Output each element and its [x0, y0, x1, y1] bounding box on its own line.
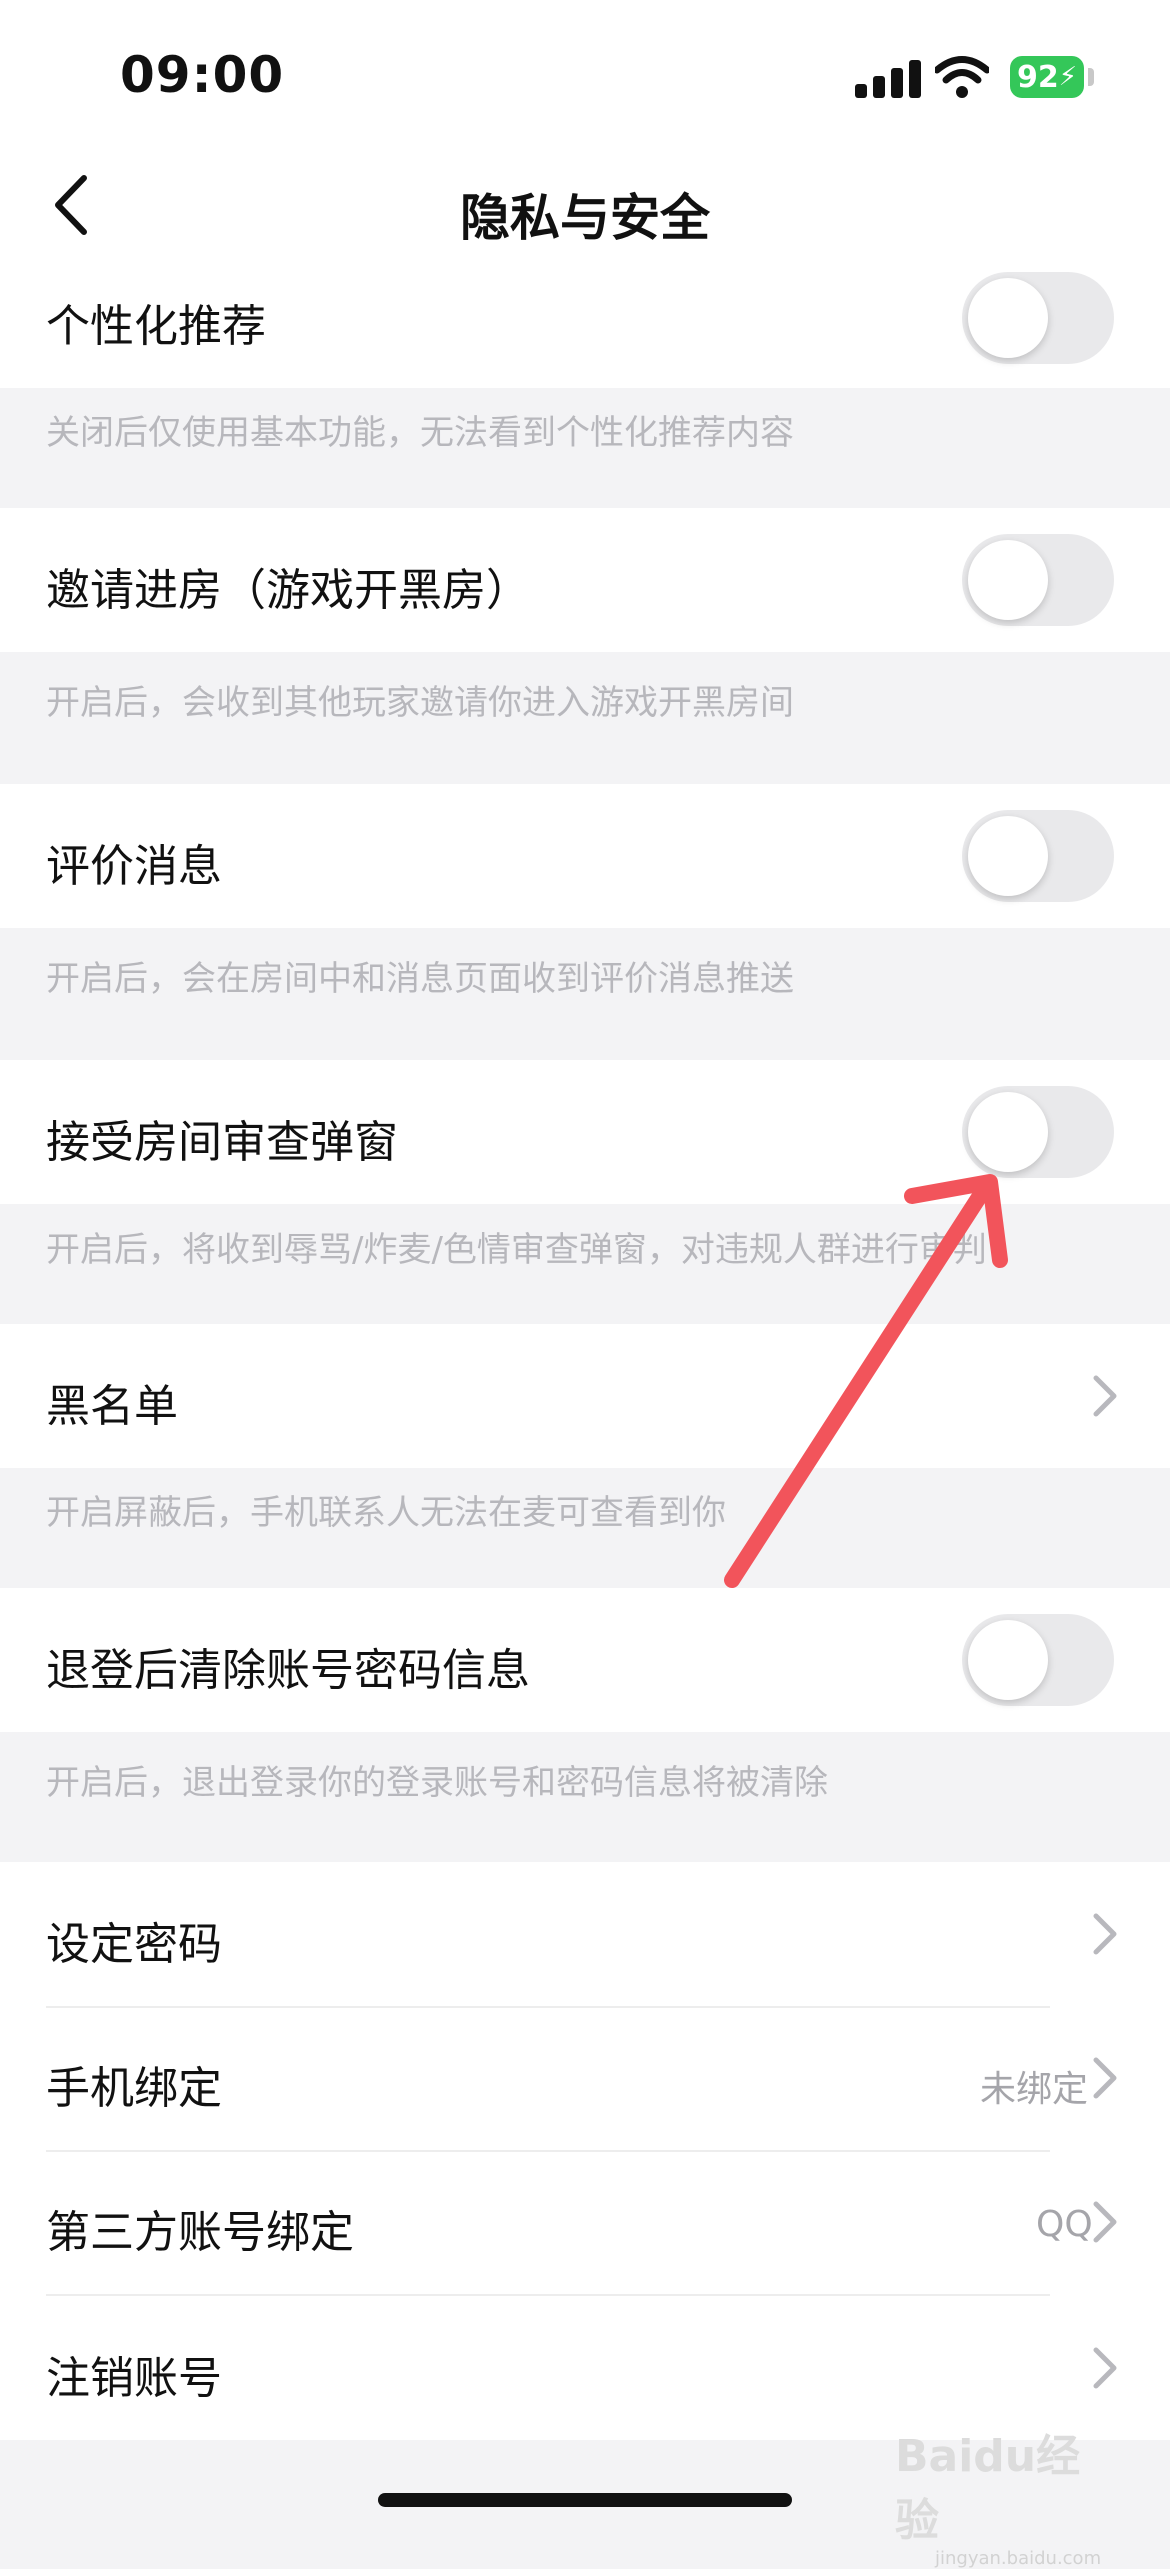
account-settings-group: 设定密码 手机绑定 未绑定 第三方账号绑定 QQ 注销账号 [0, 1862, 1170, 2440]
toggle-knob [968, 278, 1048, 358]
nav-bar: 隐私与安全 [0, 150, 1170, 260]
toggle-knob [968, 1092, 1048, 1172]
setting-description: 关闭后仅使用基本功能，无法看到个性化推荐内容 [46, 413, 794, 453]
setting-description: 开启屏蔽后，手机联系人无法在麦可查看到你 [46, 1493, 726, 1533]
setting-label: 设定密码 [46, 1919, 222, 1970]
setting-row-personalized-recommend: 个性化推荐 [0, 260, 1170, 388]
personalized-recommend-toggle[interactable] [962, 272, 1114, 364]
setting-description: 开启后，会收到其他玩家邀请你进入游戏开黑房间 [46, 683, 794, 723]
rating-message-toggle[interactable] [962, 810, 1114, 902]
setting-row-clear-account-info: 退登后清除账号密码信息 [0, 1588, 1170, 1732]
chevron-right-icon [1093, 1913, 1117, 1955]
setting-label: 退登后清除账号密码信息 [46, 1645, 530, 1696]
setting-label: 黑名单 [46, 1381, 178, 1432]
chevron-right-icon [1093, 1375, 1117, 1417]
chevron-right-icon [1093, 2057, 1117, 2099]
status-time: 09:00 [120, 46, 285, 104]
setting-label: 个性化推荐 [46, 301, 266, 352]
setting-label: 评价消息 [46, 841, 222, 892]
cancel-account-item[interactable]: 注销账号 [0, 2296, 1170, 2440]
setting-label: 第三方账号绑定 [46, 2207, 354, 2258]
chevron-right-icon [1093, 2201, 1117, 2243]
wifi-icon [935, 56, 989, 98]
battery-tip [1088, 68, 1094, 86]
status-bar: 09:00 92 ⚡ [0, 0, 1170, 150]
setting-description: 开启后，会在房间中和消息页面收到评价消息推送 [46, 959, 794, 999]
phone-binding-status: 未绑定 [980, 2069, 1089, 2110]
clear-account-info-toggle[interactable] [962, 1614, 1114, 1706]
setting-row-blacklist[interactable]: 黑名单 [0, 1324, 1170, 1468]
setting-description: 开启后，将收到辱骂/炸麦/色情审查弹窗，对违规人群进行审判 [46, 1230, 987, 1270]
setting-label: 邀请进房（游戏开黑房） [46, 565, 530, 616]
page-title: 隐私与安全 [460, 189, 710, 247]
battery-level: 92 [1016, 59, 1059, 95]
set-password-item[interactable]: 设定密码 [0, 1862, 1170, 2006]
setting-label: 注销账号 [46, 2353, 222, 2404]
toggle-knob [968, 816, 1048, 896]
toggle-knob [968, 1620, 1048, 1700]
chevron-right-icon [1093, 2347, 1117, 2389]
phone-binding-item[interactable]: 手机绑定 未绑定 [0, 2008, 1170, 2150]
toggle-knob [968, 540, 1048, 620]
watermark-url: jingyan.baidu.com [935, 2548, 1102, 2569]
setting-row-room-review-popup: 接受房间审查弹窗 [0, 1060, 1170, 1204]
setting-label: 接受房间审查弹窗 [46, 1117, 398, 1168]
setting-description: 开启后，退出登录你的登录账号和密码信息将被清除 [46, 1763, 828, 1803]
cellular-signal-icon [855, 58, 921, 98]
setting-row-rating-message: 评价消息 [0, 784, 1170, 928]
third-party-binding-item[interactable]: 第三方账号绑定 QQ [0, 2152, 1170, 2294]
watermark-brand: Baidu经验 [895, 2431, 1081, 2546]
third-party-binding-value: QQ [1036, 2204, 1093, 2245]
setting-row-invite-room: 邀请进房（游戏开黑房） [0, 508, 1170, 652]
invite-room-toggle[interactable] [962, 534, 1114, 626]
setting-label: 手机绑定 [46, 2063, 222, 2114]
home-indicator [378, 2493, 792, 2507]
baidu-watermark-logo: Baidu经验 jingyan.baidu.com [895, 2420, 1115, 2569]
battery-icon: 92 ⚡ [1010, 56, 1084, 98]
room-review-popup-toggle[interactable] [962, 1086, 1114, 1178]
